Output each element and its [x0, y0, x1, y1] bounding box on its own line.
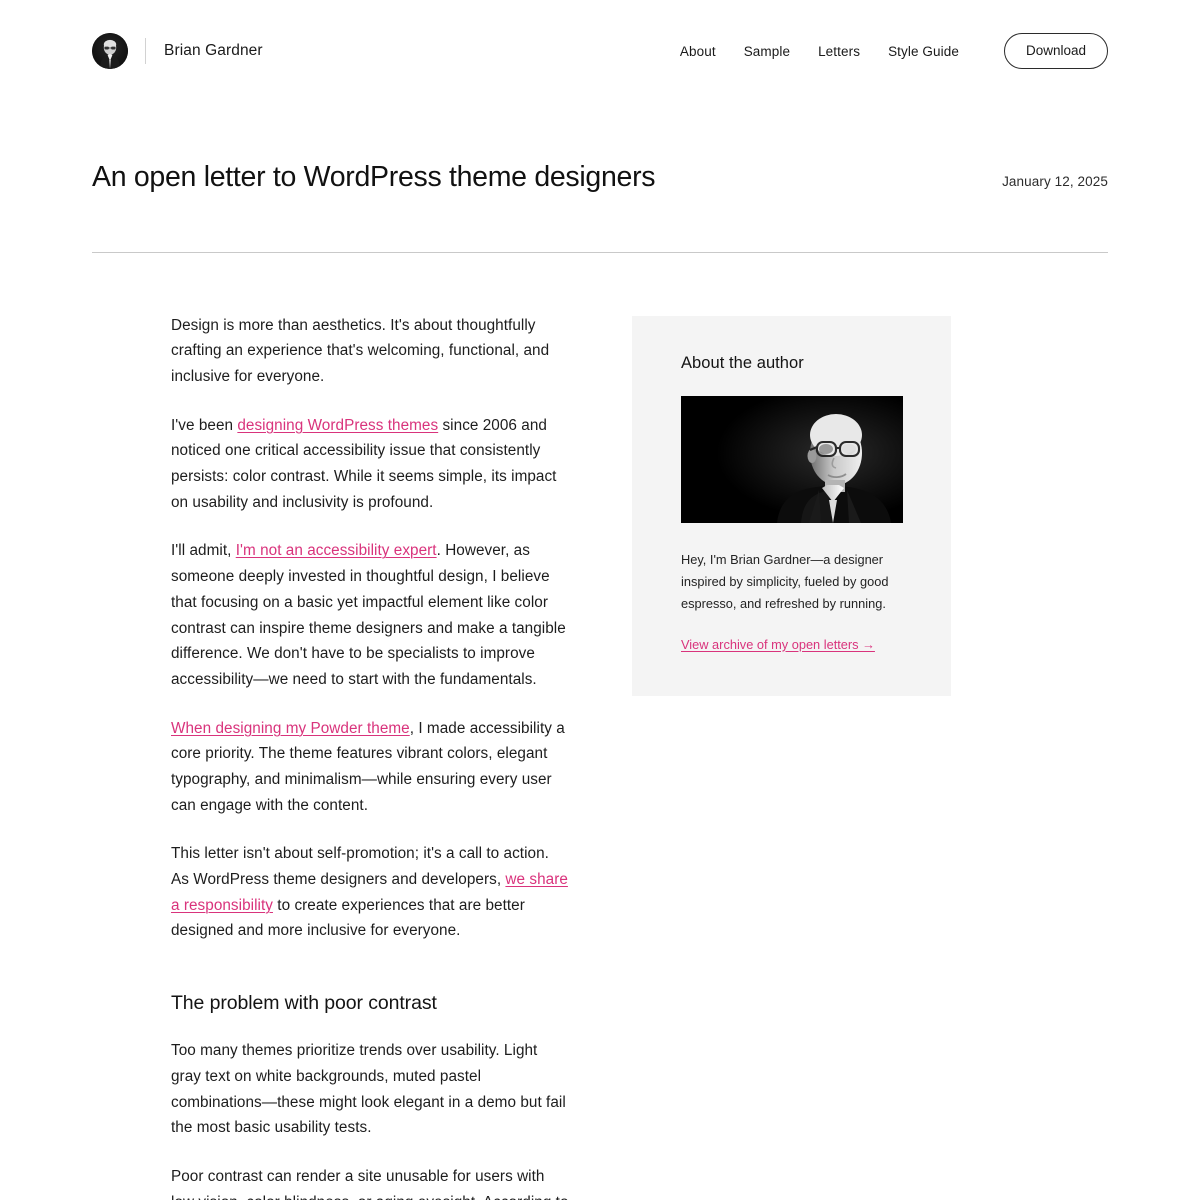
- paragraph-6-text: Too many themes prioritize trends over u…: [171, 1042, 566, 1137]
- site-header: Brian Gardner About Sample Letters Style…: [0, 0, 1200, 102]
- brand-divider: [145, 38, 146, 64]
- nav-item-letters[interactable]: Letters: [818, 44, 860, 59]
- author-photo: [681, 395, 903, 523]
- paragraph-7: Poor contrast can render a site unusable…: [171, 1164, 570, 1200]
- article-title-row: An open letter to WordPress theme design…: [0, 102, 1200, 196]
- link-designing-wordpress-themes[interactable]: designing WordPress themes: [237, 417, 438, 434]
- paragraph-6: Too many themes prioritize trends over u…: [171, 1038, 570, 1141]
- paragraph-4: When designing my Powder theme, I made a…: [171, 716, 570, 819]
- about-the-author-card: About the author Hey, I'm Brian Gardner—…: [632, 315, 951, 696]
- paragraph-3-text-before: I'll admit,: [171, 542, 236, 560]
- paragraph-2-text-before: I've been: [171, 416, 238, 434]
- publish-date: January 12, 2025: [1002, 174, 1108, 189]
- paragraph-3: I'll admit, I'm not an accessibility exp…: [171, 538, 570, 692]
- site-title: Brian Gardner: [164, 42, 263, 59]
- paragraph-2: I've been designing WordPress themes sin…: [171, 413, 570, 516]
- paragraph-1-text: Design is more than aesthetics. It's abo…: [171, 316, 550, 385]
- download-button[interactable]: Download: [1003, 32, 1108, 70]
- nav-item-sample[interactable]: Sample: [744, 44, 790, 59]
- paragraph-7-text-before: Poor contrast can render a site unusable…: [171, 1168, 568, 1200]
- nav-item-about[interactable]: About: [680, 44, 716, 59]
- sidebar-heading: About the author: [681, 353, 804, 372]
- link-not-an-accessibility-expert[interactable]: I'm not an accessibility expert: [236, 542, 437, 559]
- nav-item-style-guide[interactable]: Style Guide: [888, 44, 959, 59]
- article-content: Design is more than aesthetics. It's abo…: [92, 313, 570, 1200]
- primary-navigation: About Sample Letters Style Guide Downloa…: [680, 32, 1108, 70]
- author-bio: Hey, I'm Brian Gardner—a designer inspir…: [681, 551, 889, 611]
- section-heading-problem-with-poor-contrast: The problem with poor contrast: [171, 992, 437, 1015]
- paragraph-1: Design is more than aesthetics. It's abo…: [171, 313, 570, 390]
- brand[interactable]: Brian Gardner: [92, 33, 263, 69]
- paragraph-5: This letter isn't about self-promotion; …: [171, 841, 570, 944]
- avatar: [92, 33, 128, 69]
- main-layout: Design is more than aesthetics. It's abo…: [0, 253, 1200, 1200]
- link-powder-theme[interactable]: When designing my Powder theme: [171, 720, 410, 737]
- page-title: An open letter to WordPress theme design…: [92, 161, 656, 193]
- link-view-archive[interactable]: View archive of my open letters →: [681, 637, 875, 652]
- paragraph-3-text-after: . However, as someone deeply invested in…: [171, 542, 566, 688]
- paragraph-5-text-before: This letter isn't about self-promotion; …: [171, 845, 549, 888]
